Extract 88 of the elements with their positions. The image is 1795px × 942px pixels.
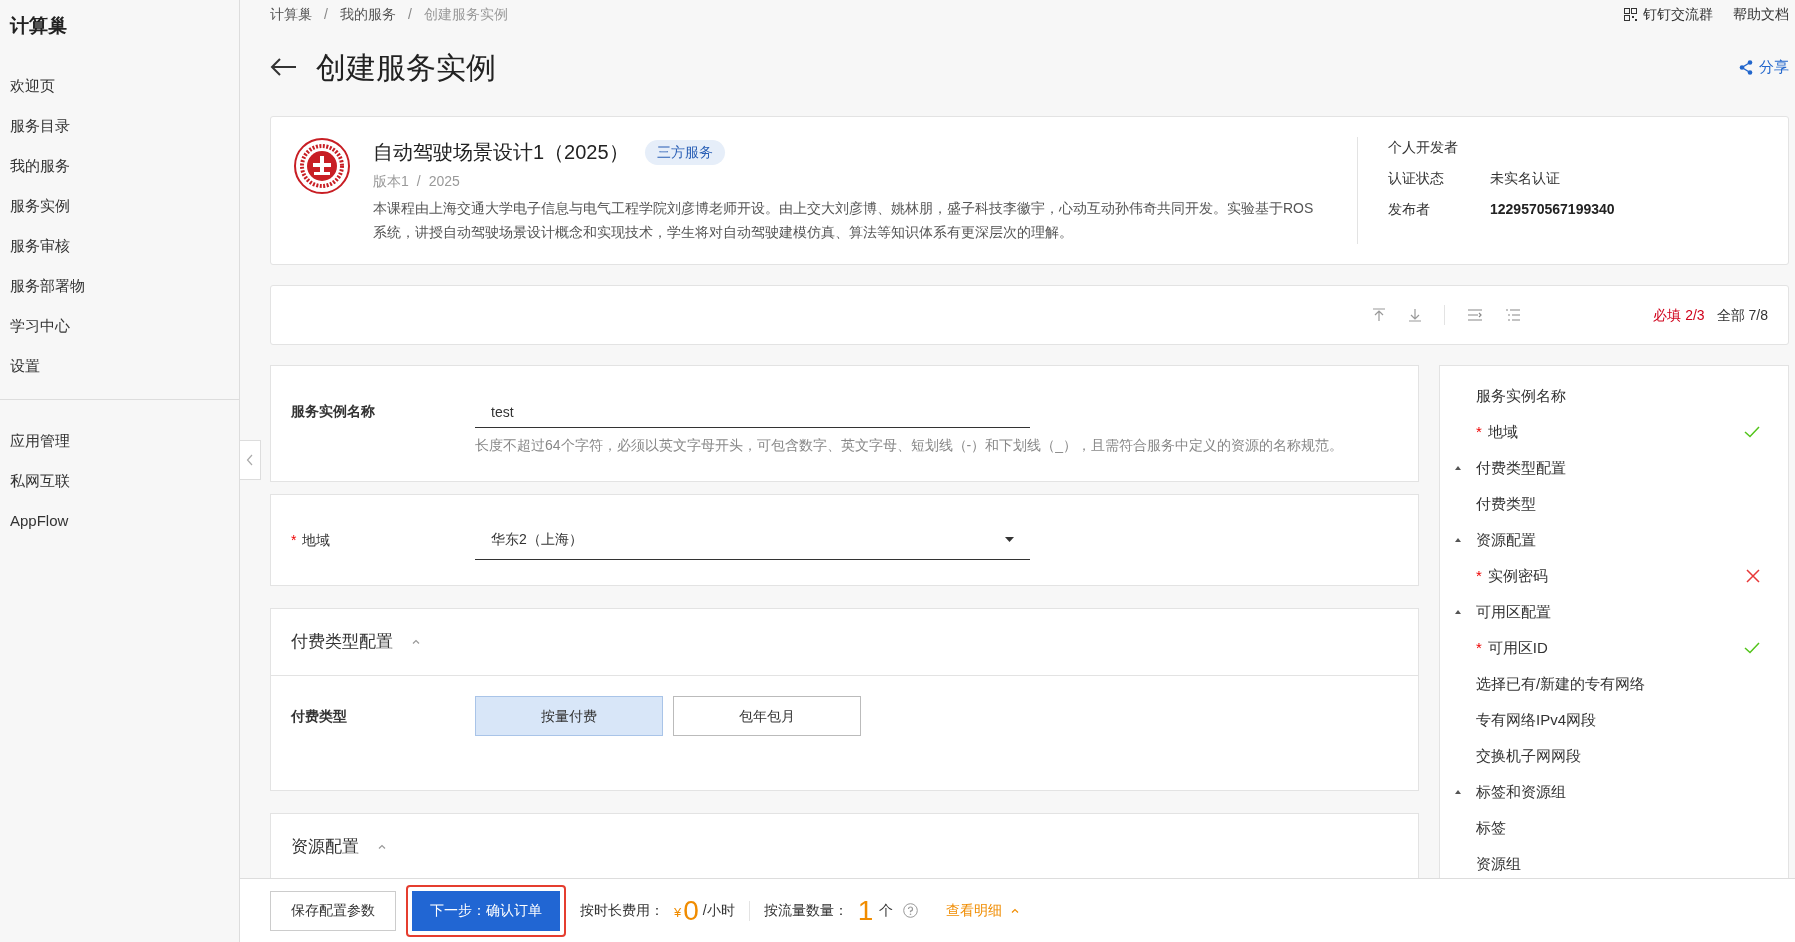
help-icon[interactable] [903, 903, 919, 918]
count-unit: 个 [879, 901, 894, 920]
nav-item[interactable]: 资源组 [1476, 852, 1521, 876]
emblem-icon [293, 137, 351, 195]
share-icon [1739, 59, 1753, 75]
share-link[interactable]: 分享 [1739, 55, 1789, 79]
sidebar-item[interactable]: 学习中心 [0, 306, 239, 347]
app-title: 计算巢 [8, 14, 68, 38]
sidebar-item[interactable]: 服务目录 [0, 106, 239, 147]
next-step-button[interactable]: 下一步：确认订单 [412, 890, 560, 931]
required-asterisk: * [1476, 565, 1482, 586]
breadcrumb-link[interactable]: 计算巢 [270, 3, 312, 25]
nav-item[interactable]: 付费类型配置 [1476, 456, 1566, 480]
chevron-left-icon [246, 454, 254, 466]
required-asterisk: * [1476, 421, 1482, 442]
instance-name-field[interactable]: test [475, 396, 1030, 428]
meta-label: 认证状态 [1388, 169, 1445, 188]
nav-item[interactable]: 标签 [1476, 816, 1506, 840]
nav-item[interactable]: 地域 [1487, 420, 1518, 444]
version-label: 版本1 [373, 172, 409, 191]
nav-item[interactable]: 标签和资源组 [1476, 780, 1566, 804]
collapse-marker-icon[interactable] [1455, 538, 1461, 542]
section-title: 付费类型配置 [291, 631, 393, 654]
list-icon[interactable] [1505, 308, 1522, 322]
sidebar-item[interactable]: 应用管理 [0, 421, 239, 462]
chevron-up-icon [377, 842, 387, 852]
help-text: 长度不超过64个字符，必须以英文字母开头，可包含数字、英文字母、短划线（-）和下划线（_），且需符合服务中定义的资源的名称规范。 [475, 436, 1345, 455]
service-tag: 三方服务 [644, 139, 725, 165]
cost-label: 按时长费用： [580, 901, 664, 920]
collapse-marker-icon[interactable] [1455, 466, 1461, 470]
nav-item[interactable]: 服务实例名称 [1476, 384, 1566, 408]
sidebar-item[interactable]: 欢迎页 [0, 66, 239, 107]
option-button[interactable]: 包年包月 [673, 696, 861, 736]
nav-item[interactable]: 实例密码 [1487, 564, 1548, 588]
header-link[interactable]: 钉钉交流群 [1624, 3, 1713, 25]
save-button[interactable]: 保存配置参数 [270, 890, 396, 931]
count-label: 按流量数量： [763, 901, 848, 920]
sidebar-item[interactable]: 私网互联 [0, 461, 239, 502]
service-name: 自动驾驶场景设计1（2025） [373, 140, 629, 165]
required-asterisk: * [291, 531, 297, 548]
nav-item[interactable]: 选择已有/新建的专有网络 [1476, 672, 1646, 696]
meta-value: 未实名认证 [1490, 169, 1560, 188]
nav-item[interactable]: 可用区配置 [1476, 600, 1551, 624]
cost-value: 0 [683, 893, 699, 928]
header-link[interactable]: 帮助文档 [1733, 3, 1789, 25]
count-value: 1 [857, 893, 874, 928]
sidebar-item[interactable]: 服务实例 [0, 186, 239, 227]
breadcrumb-link[interactable]: 我的服务 [339, 3, 396, 25]
sidebar-item[interactable]: 服务部署物 [0, 266, 239, 307]
progress-count: 全部 7/8 [1716, 305, 1768, 325]
download-icon[interactable] [1408, 308, 1423, 322]
scroll-top-icon[interactable] [1372, 308, 1387, 322]
section-title: 资源配置 [291, 836, 359, 859]
back-arrow-icon[interactable] [270, 57, 298, 77]
meta-value: 1229570567199340 [1490, 200, 1615, 219]
meta-label: 个人开发者 [1388, 138, 1459, 157]
sidebar-item[interactable]: 我的服务 [0, 146, 239, 187]
collapse-marker-icon[interactable] [1455, 790, 1461, 794]
field-label: 服务实例名称 [291, 402, 376, 421]
field-label: 地域 [302, 531, 331, 548]
currency-symbol: ¥ [674, 903, 682, 922]
dropdown-icon [1005, 537, 1014, 542]
breadcrumb-separator: / [407, 4, 412, 24]
sidebar-item[interactable]: 服务审核 [0, 226, 239, 267]
version-year: 2025 [428, 172, 460, 191]
version-separator: / [416, 172, 421, 191]
page-title: 创建服务实例 [316, 49, 497, 86]
option-button[interactable]: 按量付费 [475, 696, 663, 736]
nav-item[interactable]: 专有网络IPv4网段 [1476, 708, 1596, 732]
nav-item[interactable]: 资源配置 [1476, 528, 1536, 552]
progress-count: 必填 2/3 [1653, 305, 1705, 325]
required-asterisk: * [1476, 637, 1482, 658]
breadcrumb-separator: / [324, 4, 328, 24]
collapse-handle[interactable] [239, 440, 261, 480]
service-description: 本课程由上海交通大学电子信息与电气工程学院刘彦博老师开设。由上交大刘彦博、姚林朋，盛子科技李徽宇，心动互动孙伟奇共同开发。实验基于ROS系统，讲授自动驾驶场景设计概念和实现技术，学生将对自动驾驶建模仿真、算法等知识体系有更深层次的理解。 [373, 199, 1315, 242]
sidebar-item[interactable]: 设置 [0, 346, 239, 387]
region-select[interactable]: 华东2（上海） [475, 520, 1030, 560]
qr-code-icon [1624, 7, 1637, 21]
collapse-all-icon[interactable] [1467, 308, 1484, 322]
nav-item[interactable]: 付费类型 [1476, 492, 1536, 516]
cost-unit: /小时 [702, 901, 735, 920]
chevron-up-icon [411, 637, 421, 647]
meta-label: 发布者 [1388, 200, 1431, 219]
field-label: 付费类型 [291, 706, 348, 726]
nav-item[interactable]: 可用区ID [1487, 636, 1548, 660]
sidebar-item[interactable]: AppFlow [0, 501, 239, 542]
nav-item[interactable]: 交换机子网网段 [1476, 744, 1581, 768]
collapse-marker-icon[interactable] [1455, 610, 1461, 614]
